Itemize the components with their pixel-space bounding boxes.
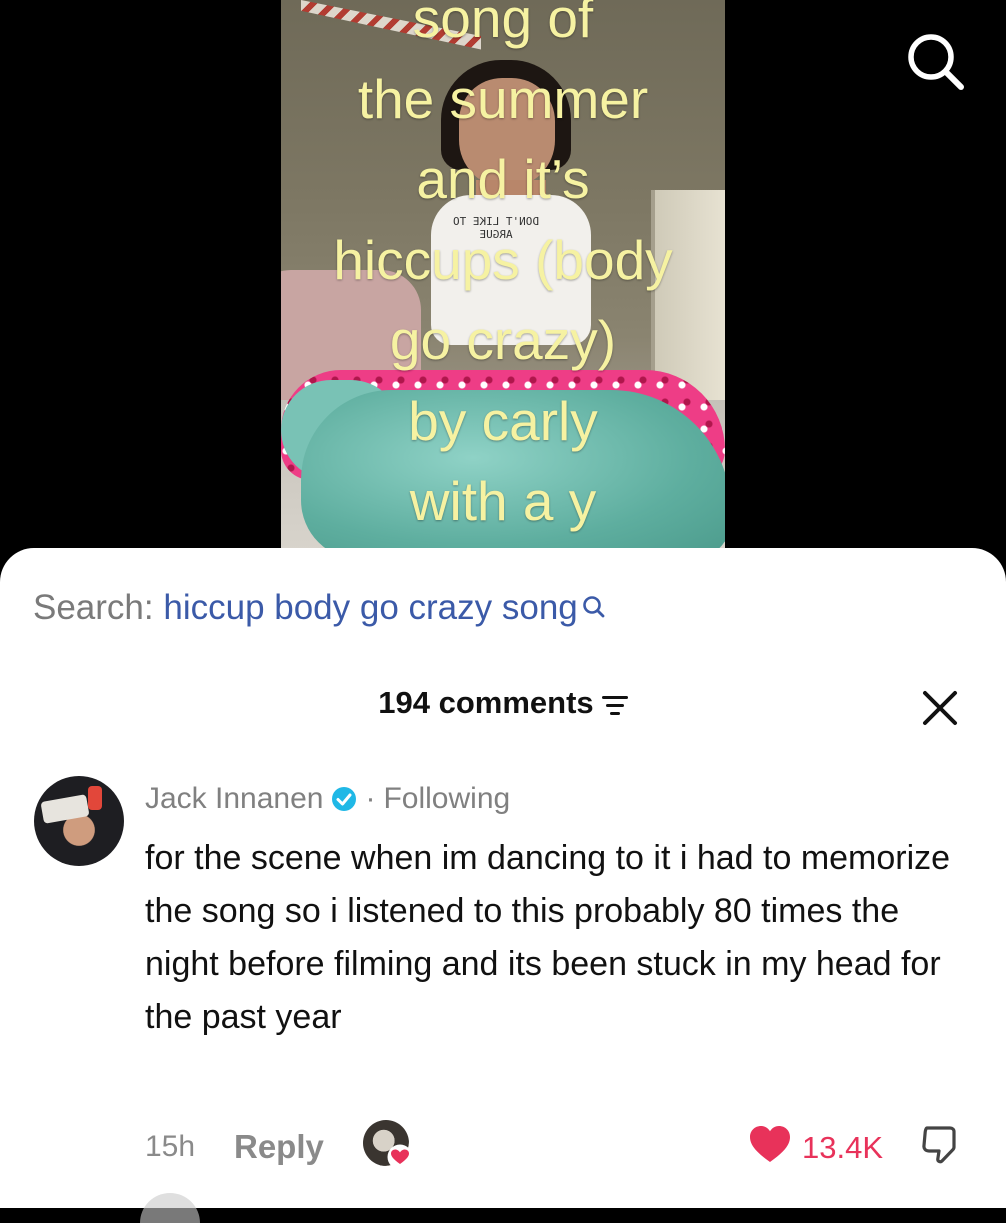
- video-player[interactable]: DON'T LIKE TO ARGUE song of the summer a…: [0, 0, 1006, 560]
- search-suggestion-label: Search:: [33, 588, 154, 627]
- reply-button[interactable]: Reply: [234, 1128, 324, 1166]
- caption-line: the summer: [357, 67, 649, 130]
- search-suggestion[interactable]: Search: hiccup body go crazy song: [33, 588, 606, 630]
- search-icon: [908, 34, 964, 90]
- comment-actions: 15h Reply 13.4K: [0, 1118, 1006, 1178]
- caption-line: with a y: [409, 470, 597, 532]
- comments-sheet: Search: hiccup body go crazy song 194 co…: [0, 548, 1006, 1223]
- avatar[interactable]: [34, 776, 124, 866]
- search-button[interactable]: [903, 30, 967, 94]
- caption-line: and it’s: [416, 148, 590, 210]
- caption-line: by carly: [408, 389, 598, 452]
- filter-icon[interactable]: [601, 694, 628, 716]
- comment-timestamp: 15h: [145, 1130, 196, 1163]
- thumbs-down-icon[interactable]: [918, 1122, 964, 1168]
- comments-header: 194 comments: [0, 685, 1006, 721]
- author-separator: ·: [365, 782, 376, 815]
- verified-badge-icon: [332, 787, 357, 811]
- caption-line: go crazy): [389, 309, 617, 371]
- heart-icon: [387, 1144, 413, 1170]
- like-button-heart-icon[interactable]: [748, 1124, 792, 1164]
- close-button[interactable]: [920, 688, 960, 728]
- caption-line: hiccups (body: [333, 228, 673, 291]
- next-comment-avatar: [140, 1193, 200, 1223]
- search-suggestion-query[interactable]: hiccup body go crazy song: [163, 588, 577, 627]
- comment-author-line: Jack Innanen · Following: [145, 782, 510, 816]
- video-caption-overlay: song of the summer and it’s hiccups (bod…: [281, 0, 725, 542]
- comment-count: 194 comments: [378, 685, 594, 720]
- like-count: 13.4K: [802, 1130, 884, 1165]
- comment-author[interactable]: Jack Innanen: [145, 782, 323, 816]
- caption-line: song of: [412, 0, 594, 49]
- following-label: Following: [383, 782, 511, 815]
- close-icon: [923, 691, 957, 725]
- comment-text: for the scene when im dancing to it i ha…: [145, 839, 951, 1036]
- search-icon: [582, 590, 606, 630]
